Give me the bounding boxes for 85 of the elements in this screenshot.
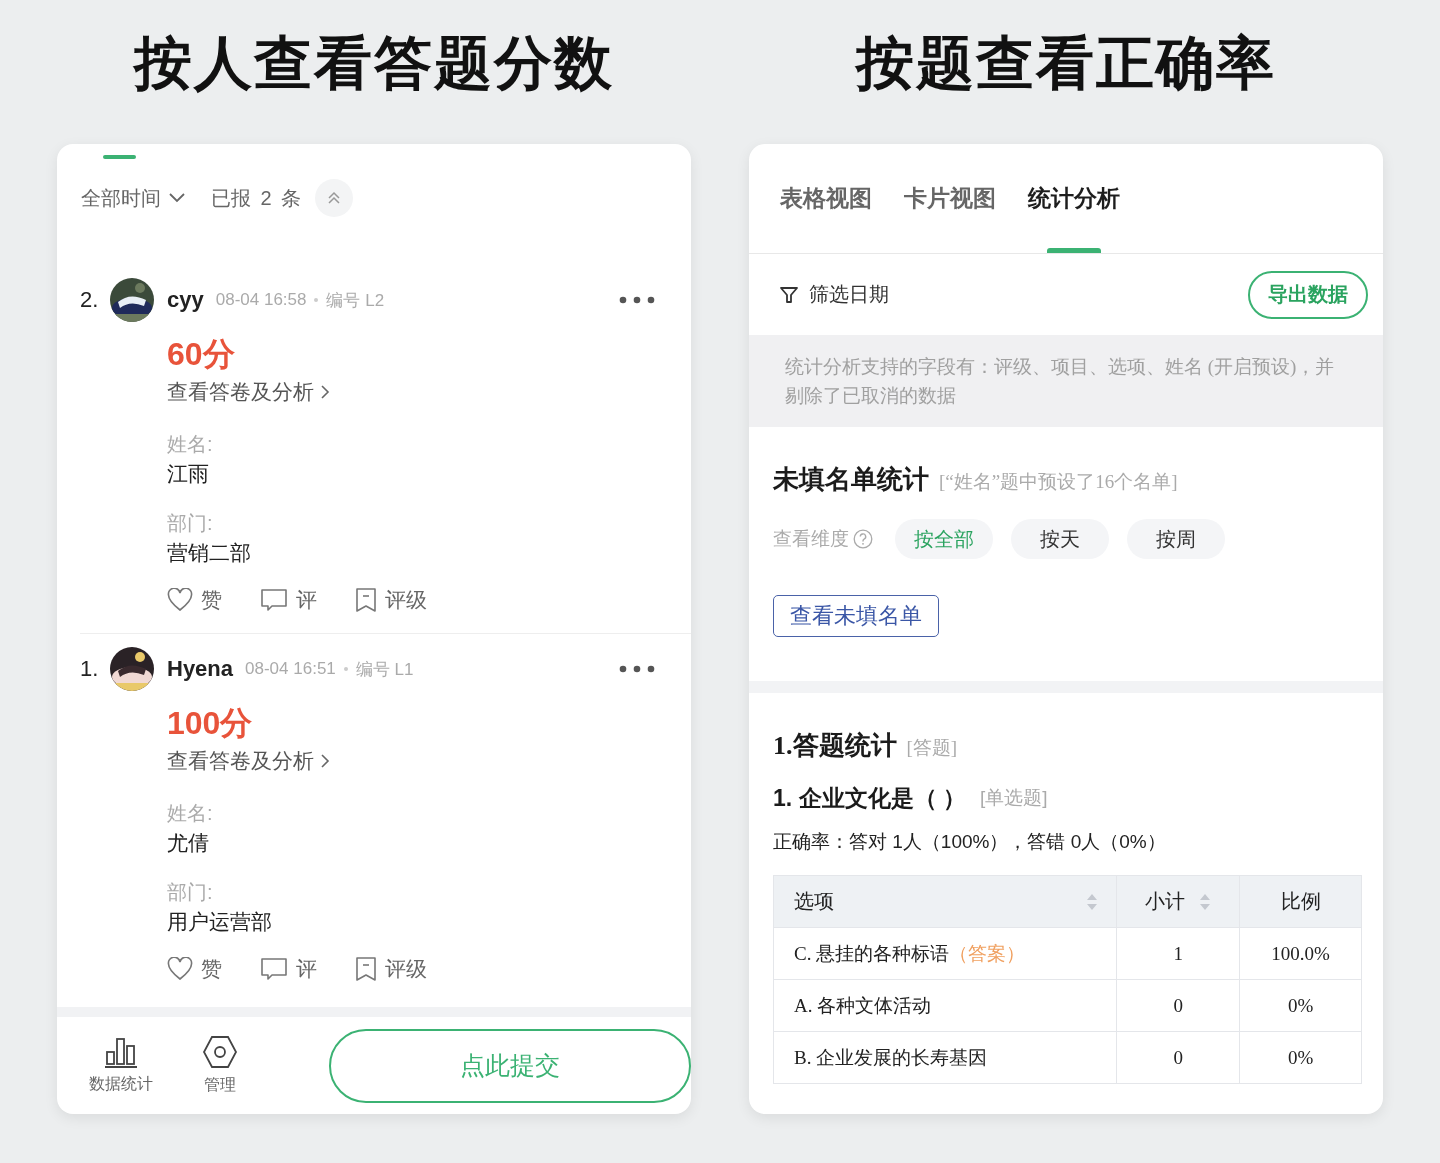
table-cell: 0 <box>1116 979 1240 1032</box>
dimension-label: 查看维度 <box>773 527 849 551</box>
comment-icon <box>260 957 288 981</box>
score: 60分 <box>167 335 235 374</box>
table-cell: B. 企业发展的长寿基因 <box>773 1031 1117 1084</box>
bookmark-icon <box>355 956 377 982</box>
bookmark-icon <box>355 587 377 613</box>
like-button[interactable]: 赞 <box>167 586 222 614</box>
help-icon[interactable] <box>853 529 873 549</box>
view-unfilled-button[interactable]: 查看未填名单 <box>773 595 939 637</box>
more-icon[interactable] <box>619 665 655 673</box>
tab[interactable]: 统计分析 <box>1028 178 1120 219</box>
comment-button[interactable]: 评 <box>260 586 317 614</box>
tab-indicator <box>103 155 136 159</box>
dimension-option[interactable]: 按周 <box>1127 519 1225 559</box>
serial-number: 编号 L1 <box>355 658 414 681</box>
tab[interactable]: 卡片视图 <box>904 178 996 219</box>
column-header[interactable]: 小计 <box>1116 875 1240 928</box>
table-cell: C. 悬挂的各种标语（答案） <box>773 927 1117 980</box>
dimension-option[interactable]: 按天 <box>1011 519 1109 559</box>
table-cell: A. 各种文体活动 <box>773 979 1117 1032</box>
user-name: cyy <box>167 287 204 313</box>
field-label: 部门: <box>167 511 213 536</box>
view-answers-link[interactable]: 查看答卷及分析 <box>167 746 330 776</box>
settings-icon <box>202 1035 239 1069</box>
like-button[interactable]: 赞 <box>167 955 222 983</box>
bar-chart-icon <box>104 1036 139 1068</box>
accuracy-text: 正确率：答对 1人（100%），答错 0人（0%） <box>773 830 1167 854</box>
more-icon[interactable] <box>619 296 655 304</box>
filter-icon <box>779 284 799 305</box>
report-count: 已报 2 条 <box>211 185 302 211</box>
section-note: [“姓名”题中预设了16个名单] <box>939 470 1178 494</box>
rate-button[interactable]: 评级 <box>355 955 427 983</box>
field-label: 姓名: <box>167 801 213 826</box>
double-chevron-up-icon <box>327 191 342 205</box>
submit-time: 08-04 16:51 <box>245 659 336 679</box>
question-title: 1. 企业文化是（ ） <box>773 783 966 813</box>
nav-item[interactable]: 数据统计 <box>79 1036 164 1095</box>
tab[interactable]: 表格视图 <box>780 178 872 219</box>
section-title: 未填名单统计 <box>773 464 929 496</box>
table-cell: 0 <box>1116 1031 1240 1084</box>
time-filter[interactable]: 全部时间 <box>81 184 185 212</box>
heart-icon <box>167 588 193 612</box>
chevron-down-icon <box>169 193 185 203</box>
sort-icon[interactable] <box>1199 892 1212 911</box>
table-cell: 0% <box>1239 1031 1362 1084</box>
field-value: 营销二部 <box>167 540 251 566</box>
user-name: Hyena <box>167 656 234 682</box>
table-cell: 1 <box>1116 927 1240 980</box>
export-button[interactable]: 导出数据 <box>1248 270 1368 319</box>
field-value: 尤倩 <box>167 830 209 856</box>
comment-button[interactable]: 评 <box>260 955 317 983</box>
field-value: 江雨 <box>167 461 209 487</box>
field-value: 用户运营部 <box>167 909 272 935</box>
date-filter[interactable]: 筛选日期 <box>779 281 889 308</box>
rate-button[interactable]: 评级 <box>355 586 427 614</box>
submit-time: 08-04 16:58 <box>215 290 307 310</box>
table-cell: 100.0% <box>1239 927 1362 980</box>
page-heading: 按题查看正确率 <box>856 29 1276 97</box>
serial-number: 编号 L2 <box>326 289 385 312</box>
field-label: 姓名: <box>167 432 213 457</box>
entry-index: 1. <box>80 656 100 682</box>
comment-icon <box>260 588 288 612</box>
heart-icon <box>167 957 193 981</box>
dot-separator <box>343 667 348 671</box>
chevron-right-icon <box>320 384 330 400</box>
view-answers-link[interactable]: 查看答卷及分析 <box>167 377 330 407</box>
column-header[interactable]: 选项 <box>773 875 1117 928</box>
section-title: 1.答题统计 <box>773 730 897 762</box>
notice-text: 统计分析支持的字段有：评级、项目、选项、姓名 (开启预设)，并剔除了已取消的数据 <box>749 335 1383 427</box>
field-label: 部门: <box>167 880 213 905</box>
dimension-option[interactable]: 按全部 <box>895 519 993 559</box>
sort-icon[interactable] <box>1086 892 1099 911</box>
entry-index: 2. <box>80 287 100 313</box>
collapse-button[interactable] <box>315 179 354 217</box>
score: 100分 <box>167 704 253 743</box>
nav-item[interactable]: 管理 <box>178 1035 263 1096</box>
tab-underline <box>1047 247 1101 253</box>
chevron-right-icon <box>320 753 330 769</box>
section-tag: [答题] <box>906 735 958 761</box>
question-type: [单选题] <box>979 786 1048 810</box>
dot-separator <box>314 298 319 302</box>
page-heading: 按人查看答题分数 <box>134 29 614 97</box>
column-header: 比例 <box>1239 875 1362 928</box>
table-cell: 0% <box>1239 979 1362 1032</box>
